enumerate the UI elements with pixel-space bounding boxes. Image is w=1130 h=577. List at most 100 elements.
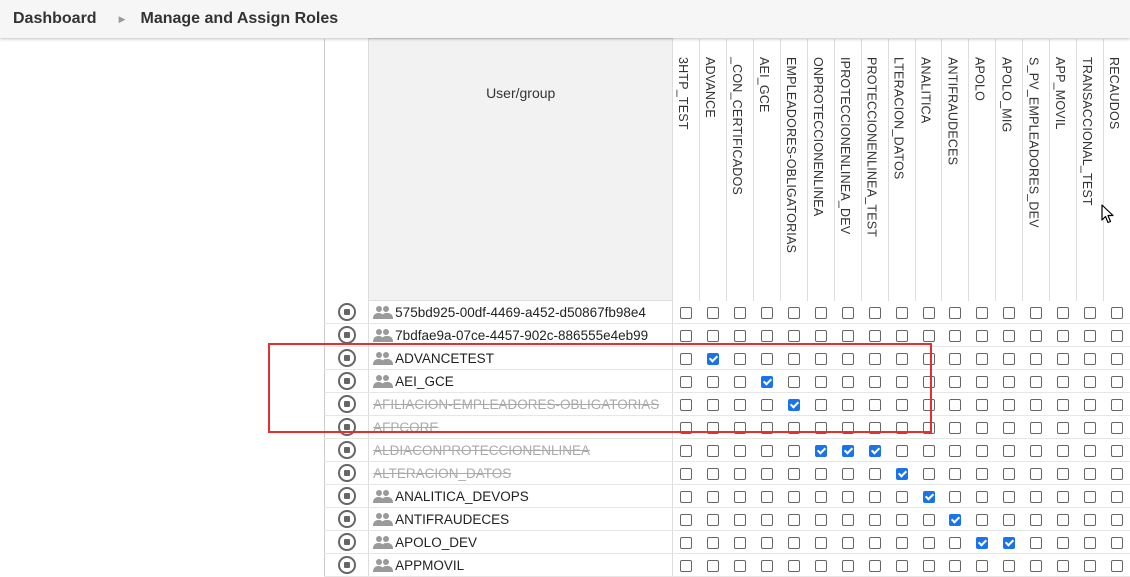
role-checkbox[interactable] xyxy=(842,307,854,319)
delete-icon[interactable] xyxy=(338,395,356,413)
role-checkbox[interactable] xyxy=(1003,560,1015,572)
role-checkbox[interactable] xyxy=(815,491,827,503)
role-checkbox[interactable] xyxy=(869,353,881,365)
role-checkbox[interactable] xyxy=(976,330,988,342)
role-checkbox[interactable] xyxy=(842,537,854,549)
role-checkbox[interactable] xyxy=(1030,537,1042,549)
role-checkbox[interactable] xyxy=(949,376,961,388)
role-checkbox[interactable] xyxy=(1084,537,1096,549)
role-checkbox[interactable] xyxy=(1084,330,1096,342)
role-checkbox[interactable] xyxy=(734,514,746,526)
role-checkbox[interactable] xyxy=(1003,491,1015,503)
role-checkbox[interactable] xyxy=(1111,353,1123,365)
role-checkbox[interactable] xyxy=(734,491,746,503)
role-checkbox[interactable] xyxy=(896,491,908,503)
delete-icon[interactable] xyxy=(338,441,356,459)
role-checkbox[interactable] xyxy=(1111,514,1123,526)
delete-icon[interactable] xyxy=(338,533,356,551)
role-checkbox[interactable] xyxy=(949,491,961,503)
role-checkbox[interactable] xyxy=(788,514,800,526)
role-checkbox[interactable] xyxy=(896,560,908,572)
role-checkbox[interactable] xyxy=(896,537,908,549)
role-checkbox[interactable] xyxy=(707,376,719,388)
role-checkbox[interactable] xyxy=(1030,468,1042,480)
role-checkbox[interactable] xyxy=(896,514,908,526)
role-checkbox[interactable] xyxy=(1030,353,1042,365)
role-checkbox[interactable] xyxy=(761,422,773,434)
role-checkbox[interactable] xyxy=(788,422,800,434)
role-checkbox[interactable] xyxy=(761,307,773,319)
role-checkbox[interactable] xyxy=(869,376,881,388)
role-checkbox[interactable] xyxy=(949,307,961,319)
role-checkbox[interactable] xyxy=(761,514,773,526)
role-checkbox[interactable] xyxy=(1057,537,1069,549)
role-checkbox[interactable] xyxy=(1111,307,1123,319)
role-checkbox[interactable] xyxy=(842,560,854,572)
role-checkbox[interactable] xyxy=(815,560,827,572)
role-checkbox[interactable] xyxy=(1111,537,1123,549)
role-checkbox[interactable] xyxy=(680,330,692,342)
role-checkbox[interactable] xyxy=(869,422,881,434)
role-checkbox[interactable] xyxy=(896,376,908,388)
role-checkbox[interactable] xyxy=(1030,422,1042,434)
role-checkbox[interactable] xyxy=(869,514,881,526)
role-checkbox[interactable] xyxy=(976,560,988,572)
role-checkbox[interactable] xyxy=(923,468,935,480)
role-checkbox[interactable] xyxy=(869,491,881,503)
role-checkbox[interactable] xyxy=(869,468,881,480)
role-checkbox[interactable] xyxy=(949,399,961,411)
role-checkbox[interactable] xyxy=(976,399,988,411)
role-checkbox[interactable] xyxy=(949,353,961,365)
role-checkbox[interactable] xyxy=(1030,560,1042,572)
role-checkbox[interactable] xyxy=(976,353,988,365)
role-checkbox[interactable] xyxy=(1057,399,1069,411)
role-checkbox[interactable] xyxy=(842,330,854,342)
role-checkbox[interactable] xyxy=(1003,307,1015,319)
role-checkbox[interactable] xyxy=(707,514,719,526)
role-checkbox[interactable] xyxy=(680,399,692,411)
role-checkbox[interactable] xyxy=(1057,491,1069,503)
role-checkbox[interactable] xyxy=(842,514,854,526)
role-checkbox[interactable] xyxy=(680,376,692,388)
role-checkbox[interactable] xyxy=(976,307,988,319)
breadcrumb-manage-roles[interactable]: Manage and Assign Roles xyxy=(141,10,339,28)
role-checkbox[interactable] xyxy=(949,468,961,480)
role-checkbox[interactable] xyxy=(680,445,692,457)
role-checkbox[interactable] xyxy=(949,537,961,549)
role-checkbox[interactable] xyxy=(680,307,692,319)
role-checkbox[interactable] xyxy=(1057,514,1069,526)
role-checkbox[interactable] xyxy=(1084,307,1096,319)
delete-icon[interactable] xyxy=(338,556,356,574)
role-checkbox[interactable] xyxy=(707,491,719,503)
role-checkbox[interactable] xyxy=(842,399,854,411)
role-checkbox[interactable] xyxy=(788,330,800,342)
role-checkbox[interactable] xyxy=(734,399,746,411)
role-checkbox[interactable] xyxy=(976,491,988,503)
role-checkbox[interactable] xyxy=(1111,468,1123,480)
role-checkbox[interactable] xyxy=(788,560,800,572)
role-checkbox[interactable] xyxy=(1057,307,1069,319)
role-checkbox[interactable] xyxy=(761,560,773,572)
role-checkbox[interactable] xyxy=(1003,399,1015,411)
role-checkbox[interactable] xyxy=(734,560,746,572)
delete-icon[interactable] xyxy=(338,487,356,505)
role-checkbox[interactable] xyxy=(707,399,719,411)
role-checkbox[interactable] xyxy=(949,560,961,572)
role-checkbox[interactable] xyxy=(842,422,854,434)
role-checkbox[interactable] xyxy=(734,353,746,365)
delete-icon[interactable] xyxy=(338,418,356,436)
role-checkbox[interactable] xyxy=(1003,514,1015,526)
role-checkbox[interactable] xyxy=(815,399,827,411)
role-checkbox[interactable] xyxy=(1057,353,1069,365)
role-checkbox[interactable] xyxy=(707,468,719,480)
role-checkbox[interactable] xyxy=(1111,560,1123,572)
delete-icon[interactable] xyxy=(338,510,356,528)
role-checkbox[interactable] xyxy=(1057,376,1069,388)
role-checkbox[interactable] xyxy=(761,353,773,365)
role-checkbox[interactable] xyxy=(707,445,719,457)
role-checkbox[interactable] xyxy=(976,376,988,388)
role-checkbox[interactable] xyxy=(788,353,800,365)
role-checkbox[interactable] xyxy=(788,399,800,411)
role-checkbox[interactable] xyxy=(896,422,908,434)
role-checkbox[interactable] xyxy=(869,307,881,319)
